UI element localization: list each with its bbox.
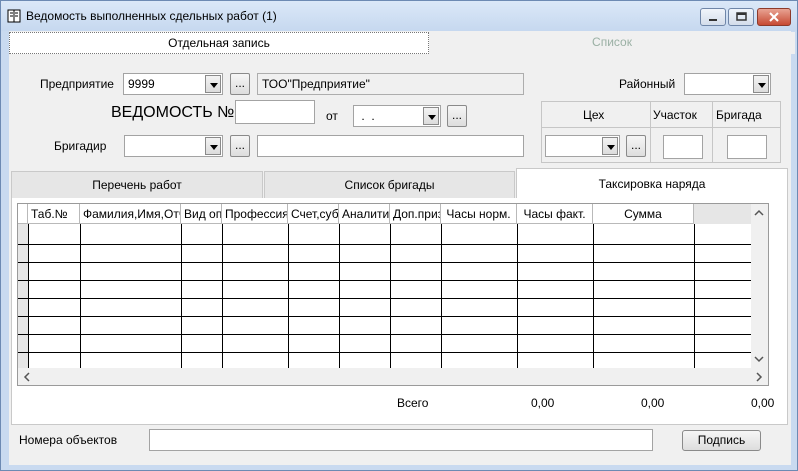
brigade-field[interactable] — [727, 135, 767, 159]
column-header-filler — [694, 204, 752, 224]
minimize-button[interactable] — [700, 8, 726, 26]
tab-single-record[interactable]: Отдельная запись — [9, 32, 429, 54]
workshop-lookup-button[interactable]: ... — [626, 135, 646, 157]
foreman-name-field[interactable] — [257, 135, 524, 157]
objects-field[interactable] — [149, 429, 653, 451]
column-header[interactable]: Таб.№ — [28, 204, 80, 224]
column-header[interactable]: Аналитика — [339, 204, 390, 224]
section-label: Участок — [653, 108, 697, 122]
window-title: Ведомость выполненных сдельных работ (1) — [26, 9, 277, 23]
arrow-down-icon[interactable] — [754, 355, 764, 363]
grid-line — [18, 262, 753, 263]
arrow-right-icon[interactable] — [755, 372, 763, 382]
grid-line — [181, 224, 182, 370]
chevron-down-icon[interactable] — [753, 75, 769, 93]
minimize-icon — [709, 19, 717, 21]
total-sum: 0,00 — [751, 396, 775, 410]
date-picker-button[interactable]: ... — [447, 105, 467, 127]
district-combo[interactable] — [684, 73, 771, 95]
group-divider — [712, 101, 713, 163]
column-header[interactable]: Сумма — [593, 204, 694, 224]
statement-label: ВЕДОМОСТЬ № — [111, 104, 235, 121]
grid-line — [517, 224, 518, 370]
chevron-down-icon[interactable] — [602, 137, 618, 155]
group-divider — [541, 127, 781, 128]
chevron-down-icon[interactable] — [205, 137, 221, 155]
column-header[interactable]: Часы факт. — [517, 204, 593, 224]
workshop-combo[interactable] — [545, 135, 620, 157]
grid-line — [441, 224, 442, 370]
from-label: от — [326, 109, 338, 123]
grid-line — [694, 224, 695, 370]
book-icon — [7, 9, 21, 23]
grid-line — [339, 224, 340, 370]
column-header[interactable]: Доп.признак — [390, 204, 441, 224]
title-bar[interactable]: Ведомость выполненных сдельных работ (1) — [1, 1, 797, 31]
client-area: Отдельная запись Список Предприятие 9999… — [9, 31, 795, 465]
date-combo[interactable]: . . — [353, 105, 441, 127]
grid-line — [18, 352, 753, 353]
pricing-grid[interactable]: Таб.№ Фамилия,Имя,Отчество Вид оплаты Пр… — [17, 203, 769, 386]
column-header[interactable]: Счет,субсчет — [288, 204, 339, 224]
tab-list[interactable]: Список — [429, 32, 795, 54]
foreman-combo[interactable] — [124, 135, 223, 157]
brigade-label: Бригада — [716, 108, 762, 122]
tab-single-record-label: Отдельная запись — [168, 36, 270, 50]
grid-line — [18, 298, 753, 299]
enterprise-label: Предприятие — [40, 77, 114, 91]
grid-line — [390, 224, 391, 370]
sign-button[interactable]: Подпись — [682, 430, 761, 451]
grid-line — [18, 334, 753, 335]
close-button[interactable] — [757, 8, 791, 26]
statement-number-field[interactable] — [235, 100, 315, 124]
grid-line — [288, 224, 289, 370]
total-hours-norm: 0,00 — [531, 396, 555, 410]
arrow-up-icon[interactable] — [754, 209, 764, 217]
tab-order-pricing[interactable]: Таксировка наряда — [516, 168, 788, 199]
foreman-lookup-button[interactable]: ... — [230, 135, 250, 157]
grid-line — [28, 224, 29, 370]
row-header-corner — [18, 204, 28, 224]
grid-line — [18, 244, 753, 245]
vertical-scrollbar[interactable] — [751, 204, 768, 370]
tab-brigade-list[interactable]: Список бригады — [264, 171, 515, 198]
section-field[interactable] — [663, 135, 703, 159]
horizontal-scrollbar[interactable] — [18, 368, 768, 385]
foreman-label: Бригадир — [54, 139, 107, 153]
enterprise-lookup-button[interactable]: ... — [230, 73, 250, 95]
grid-line — [18, 316, 753, 317]
column-header[interactable]: Профессия — [222, 204, 288, 224]
grid-line — [80, 224, 81, 370]
total-hours-fact: 0,00 — [641, 396, 665, 410]
app-window: Ведомость выполненных сдельных работ (1)… — [0, 0, 798, 471]
grid-line — [222, 224, 223, 370]
column-header[interactable]: Вид оплаты — [181, 204, 222, 224]
totals-label: Всего — [397, 396, 429, 410]
chevron-down-icon[interactable] — [423, 107, 439, 125]
district-label: Районный — [619, 77, 676, 91]
enterprise-code-value: 9999 — [128, 77, 155, 91]
chevron-down-icon[interactable] — [205, 75, 221, 93]
date-value: . . — [358, 109, 375, 123]
arrow-left-icon[interactable] — [23, 372, 31, 382]
column-header[interactable]: Часы норм. — [441, 204, 517, 224]
tab-work-list[interactable]: Перечень работ — [11, 171, 263, 198]
column-header[interactable]: Фамилия,Имя,Отчество — [80, 204, 181, 224]
enterprise-code-combo[interactable]: 9999 — [123, 73, 223, 95]
group-divider — [650, 101, 651, 163]
row-header-strip — [18, 224, 28, 370]
maximize-button[interactable] — [728, 8, 754, 26]
close-icon — [769, 12, 779, 22]
workshop-label: Цех — [583, 108, 605, 122]
maximize-icon — [736, 12, 747, 21]
tab-list-label: Список — [592, 35, 632, 49]
grid-line — [18, 280, 753, 281]
enterprise-name-field: ТОО"Предприятие" — [257, 73, 524, 95]
objects-label: Номера объектов — [19, 433, 118, 447]
grid-line — [593, 224, 594, 370]
